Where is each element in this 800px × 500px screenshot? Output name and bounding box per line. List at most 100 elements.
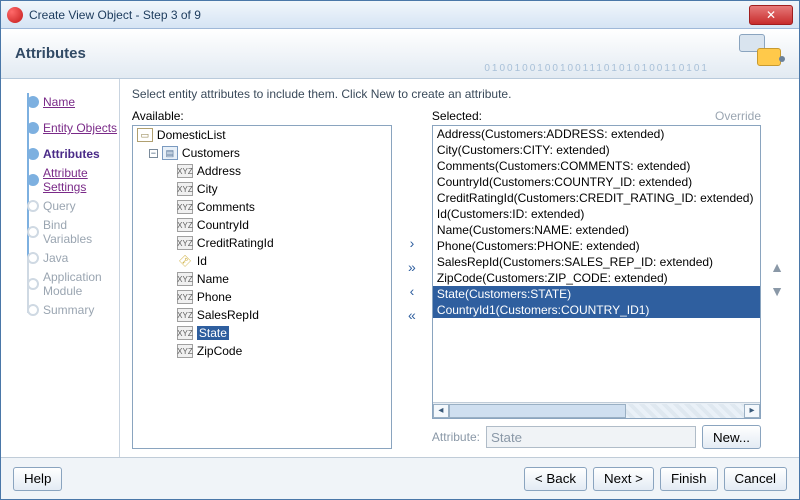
selected-item[interactable]: CreditRatingId(Customers:CREDIT_RATING_I… (433, 190, 760, 206)
help-button[interactable]: Help (13, 467, 62, 491)
selected-item[interactable]: SalesRepId(Customers:SALES_REP_ID: exten… (433, 254, 760, 270)
attribute-icon: XYZ (177, 308, 193, 322)
add-all-button[interactable]: » (402, 258, 422, 276)
tree-label: Id (197, 254, 207, 268)
remove-all-button[interactable]: « (402, 306, 422, 324)
tree-attr-creditratingid[interactable]: XYZ CreditRatingId (133, 234, 391, 252)
step-label: Attributes (43, 147, 100, 161)
attribute-icon: XYZ (177, 344, 193, 358)
tree-label: Phone (197, 290, 232, 304)
tree-entity-customers[interactable]: − ▤Customers (133, 144, 391, 162)
cancel-button[interactable]: Cancel (724, 467, 788, 491)
step-bullet-icon (27, 226, 39, 238)
page-heading: Attributes (15, 45, 86, 62)
wizard-step-application-module: Application Module (7, 271, 119, 297)
tree-label: State (197, 326, 229, 340)
step-bullet-icon (27, 252, 39, 264)
attribute-icon: XYZ (177, 164, 193, 178)
step-label: Name (43, 95, 75, 109)
step-bullet-icon (27, 148, 39, 160)
step-bullet-icon (27, 200, 39, 212)
override-link[interactable]: Override (715, 109, 761, 123)
tree-attr-name[interactable]: XYZName (133, 270, 391, 288)
selected-item[interactable]: Address(Customers:ADDRESS: extended) (433, 126, 760, 142)
move-down-button[interactable]: ▼ (770, 283, 784, 299)
wizard-step-name[interactable]: Name (7, 89, 119, 115)
tree-attr-id[interactable]: ⚿Id (133, 252, 391, 270)
selected-item[interactable]: Id(Customers:ID: extended) (433, 206, 760, 222)
wizard-step-attribute-settings[interactable]: Attribute Settings (7, 167, 119, 193)
tree-label: ZipCode (197, 344, 242, 358)
selected-label: Selected: Override (432, 109, 761, 123)
wizard-step-attributes[interactable]: Attributes (7, 141, 119, 167)
scroll-thumb[interactable] (449, 404, 626, 418)
step-bullet-icon (27, 278, 39, 290)
scroll-left-button[interactable]: ◂ (433, 404, 449, 418)
selected-item[interactable]: CountryId(Customers:COUNTRY_ID: extended… (433, 174, 760, 190)
selected-column: Selected: Override Address(Customers:ADD… (432, 109, 761, 449)
wizard-step-java: Java (7, 245, 119, 271)
tree-label: Comments (197, 200, 255, 214)
add-button[interactable]: › (402, 234, 422, 252)
selected-item[interactable]: Name(Customers:NAME: extended) (433, 222, 760, 238)
tree-attr-address[interactable]: XYZ Address (133, 162, 391, 180)
wizard-step-entity-objects[interactable]: Entity Objects (7, 115, 119, 141)
tree-attr-countryid[interactable]: XYZCountryId (133, 216, 391, 234)
attribute-icon: XYZ (177, 200, 193, 214)
scroll-track[interactable] (449, 404, 744, 418)
step-label: Summary (43, 303, 94, 317)
titlebar[interactable]: Create View Object - Step 3 of 9 ✕ (1, 1, 799, 29)
step-bullet-icon (27, 96, 39, 108)
step-label: Attribute Settings (43, 166, 119, 194)
attribute-icon: XYZ (177, 236, 193, 250)
selected-item[interactable]: City(Customers:CITY: extended) (433, 142, 760, 158)
tree-label: DomesticList (157, 128, 226, 142)
close-icon: ✕ (766, 8, 776, 22)
step-bullet-icon (27, 304, 39, 316)
wizard-step-query: Query (7, 193, 119, 219)
selected-list[interactable]: Address(Customers:ADDRESS: extended)City… (432, 125, 761, 419)
attribute-icon: XYZ (177, 326, 193, 340)
tree-attr-comments[interactable]: XYZ Comments (133, 198, 391, 216)
banner-digits: 010010010010011101010100110101 (484, 63, 709, 74)
close-button[interactable]: ✕ (749, 5, 793, 25)
attribute-label: Attribute: (432, 430, 480, 444)
tree-attr-salesrepid[interactable]: XYZSalesRepId (133, 306, 391, 324)
selected-item[interactable]: State(Customers:STATE) (433, 286, 760, 302)
tree-label: Customers (182, 146, 240, 160)
selected-item[interactable]: Comments(Customers:COMMENTS: extended) (433, 158, 760, 174)
step-label: Java (43, 251, 68, 265)
tree-label: Address (197, 164, 241, 178)
attribute-icon: XYZ (177, 218, 193, 232)
available-column: Available: ▭DomesticList− ▤Customers XYZ A… (132, 109, 392, 449)
tree-attr-phone[interactable]: XYZPhone (133, 288, 391, 306)
selected-label-text: Selected: (432, 109, 482, 123)
footer: Help < Back Next > Finish Cancel (1, 457, 799, 499)
body: Name Entity Objects Attributes Attribute Se… (1, 79, 799, 457)
tree-label: CreditRatingId (197, 236, 274, 250)
selected-item[interactable]: CountryId1(Customers:COUNTRY_ID1) (433, 302, 760, 318)
tree-attr-city[interactable]: XYZCity (133, 180, 391, 198)
new-button[interactable]: New... (702, 425, 761, 449)
move-up-button[interactable]: ▲ (770, 259, 784, 275)
finish-button[interactable]: Finish (660, 467, 718, 491)
scroll-right-button[interactable]: ▸ (744, 404, 760, 418)
reorder-buttons: ▲ ▼ (767, 109, 787, 449)
step-label: Query (43, 199, 76, 213)
collapse-icon[interactable]: − (149, 149, 158, 158)
tree-root[interactable]: ▭DomesticList (133, 126, 391, 144)
tree-label: Name (197, 272, 229, 286)
tree-attr-state[interactable]: XYZ State (133, 324, 391, 342)
next-button[interactable]: Next > (593, 467, 654, 491)
wizard-window: Create View Object - Step 3 of 9 ✕ Attri… (0, 0, 800, 500)
available-label: Available: (132, 109, 392, 123)
horizontal-scrollbar[interactable]: ◂ ▸ (433, 402, 760, 418)
step-label: Bind Variables (43, 218, 119, 246)
selected-item[interactable]: Phone(Customers:PHONE: extended) (433, 238, 760, 254)
back-button[interactable]: < Back (524, 467, 587, 491)
hint-text: Select entity attributes to include them… (132, 87, 787, 101)
available-tree[interactable]: ▭DomesticList− ▤Customers XYZ Address XYZCi… (132, 125, 392, 449)
selected-item[interactable]: ZipCode(Customers:ZIP_CODE: extended) (433, 270, 760, 286)
remove-button[interactable]: ‹ (402, 282, 422, 300)
tree-attr-zipcode[interactable]: XYZ ZipCode (133, 342, 391, 360)
